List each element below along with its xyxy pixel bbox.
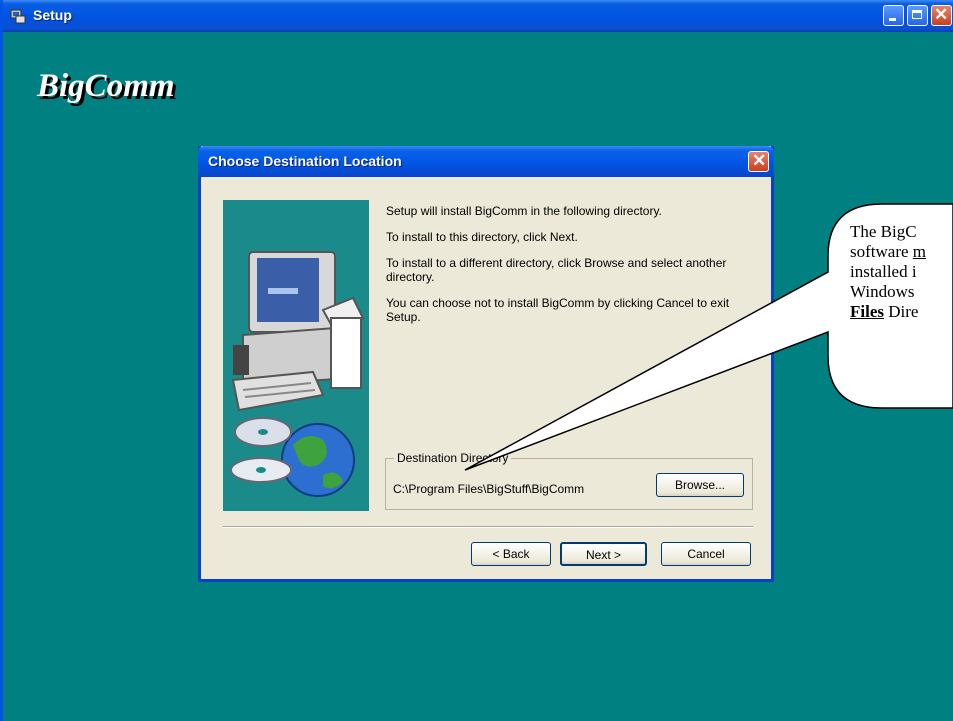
callout-line-2: software m xyxy=(850,242,953,262)
brand-logo-text: BigComm xyxy=(37,68,175,104)
button-separator xyxy=(223,526,753,528)
destination-directory-label: Destination Directory xyxy=(394,451,512,465)
instruction-line-2: To install to this directory, click Next… xyxy=(386,230,578,244)
callout-line-2-emph: m xyxy=(912,242,927,261)
callout-line-4: Windows xyxy=(850,282,915,301)
close-icon: ✕ xyxy=(752,151,767,170)
callout-line-2-pre: software xyxy=(850,242,913,261)
browse-button[interactable]: Browse... xyxy=(656,473,744,497)
cancel-button[interactable]: Cancel xyxy=(661,542,751,566)
choose-destination-dialog: Choose Destination Location ✕ Setup will… xyxy=(198,146,774,582)
instruction-text: Setup will install BigComm in the follow… xyxy=(386,204,756,336)
maximize-button[interactable] xyxy=(907,5,928,26)
callout-line-5: Files Dire xyxy=(850,302,953,322)
callout-line-5-post: Dire xyxy=(884,302,919,321)
callout-line-5-emph: Files xyxy=(850,302,884,321)
dialog-close-button[interactable]: ✕ xyxy=(748,151,769,172)
maximize-icon xyxy=(912,10,922,19)
minimize-icon xyxy=(889,18,896,21)
callout-line-1: The BigC xyxy=(850,222,917,241)
callout-text: The BigC software m installed i Windows … xyxy=(850,222,953,322)
setup-titlebar[interactable]: Setup ✕ xyxy=(3,0,953,32)
computer-illustration xyxy=(223,200,369,511)
destination-path: C:\Program Files\BigStuff\BigComm xyxy=(393,482,585,496)
instruction-line-1: Setup will install BigComm in the follow… xyxy=(386,204,662,218)
close-button[interactable]: ✕ xyxy=(931,5,952,26)
setup-window: Setup ✕ BigComm Choose Destination Locat… xyxy=(0,0,953,721)
dialog-titlebar[interactable]: Choose Destination Location ✕ xyxy=(198,146,774,177)
destination-directory-group: Destination Directory C:\Program Files\B… xyxy=(385,451,753,510)
dialog-title: Choose Destination Location xyxy=(208,153,402,169)
minimize-button[interactable] xyxy=(883,5,904,26)
setup-app-icon xyxy=(10,9,26,24)
instruction-line-3: To install to a different directory, cli… xyxy=(386,256,727,284)
callout-line-3: installed i xyxy=(850,262,917,281)
back-button[interactable]: < Back xyxy=(471,542,551,566)
setup-window-title: Setup xyxy=(33,7,72,23)
instruction-line-4: You can choose not to install BigComm by… xyxy=(386,296,730,324)
next-button[interactable]: Next > xyxy=(560,542,647,566)
close-icon: ✕ xyxy=(934,5,949,24)
